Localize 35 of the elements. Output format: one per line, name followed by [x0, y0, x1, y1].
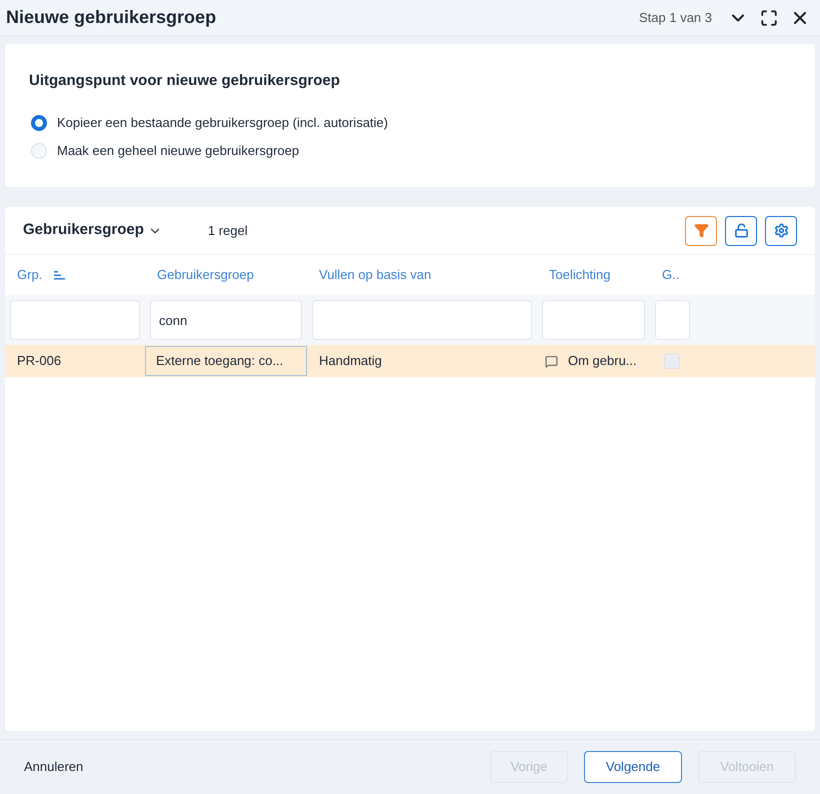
table-cell[interactable]: Externe toegang: co... [145, 346, 307, 376]
column-header[interactable]: Vullen op basis van [319, 265, 432, 285]
cancel-button[interactable]: Annuleren [24, 757, 84, 777]
checkbox[interactable] [664, 353, 680, 369]
filter-icon[interactable] [694, 223, 708, 238]
comment-icon [545, 354, 558, 368]
table-cell-text: Om gebru... [568, 352, 637, 370]
filter-field[interactable] [10, 300, 140, 340]
filter-field[interactable]: conn [150, 300, 302, 340]
row-count: 1 regel [208, 222, 248, 240]
table-cell: PR-006 [17, 353, 62, 368]
filter-field[interactable] [312, 300, 532, 340]
maximize-icon [760, 8, 778, 26]
filter-button[interactable] [685, 216, 717, 246]
column-header[interactable]: G.. [662, 265, 680, 285]
radio-label[interactable]: Maak een geheel nieuwe gebruikersgroep [57, 140, 300, 160]
unlock-icon[interactable] [734, 223, 748, 238]
table-row[interactable]: PR-006 Externe toegang: co... Handmatig Om gebru... [5, 345, 815, 377]
section-heading: Uitgangspunt voor nieuwe gebruikersgroep [29, 71, 341, 91]
table-title-dropdown[interactable]: Gebruikersgroep [23, 219, 162, 242]
filter-field[interactable] [655, 300, 690, 340]
window-title: Nieuwe gebruikersgroep [6, 6, 216, 29]
settings-icon[interactable] [774, 223, 788, 238]
radio-label[interactable]: Kopieer een bestaande gebruikersgroep (incl. autorisatie) [57, 112, 388, 132]
table-cell: Handmatig [319, 353, 382, 368]
column-header[interactable]: Toelichting [549, 265, 610, 285]
sort-icon[interactable] [54, 270, 66, 280]
settings-button[interactable] [765, 216, 797, 246]
radio-button[interactable] [31, 114, 47, 130]
column-header[interactable]: Grp. [17, 265, 42, 285]
footer-button[interactable]: Volgende [584, 751, 682, 783]
column-header[interactable]: Gebruikersgroep [157, 265, 254, 285]
step-indicator: Stap 1 van 3 [639, 8, 712, 27]
filter-field[interactable] [542, 300, 645, 340]
unlock-button[interactable] [725, 216, 757, 246]
